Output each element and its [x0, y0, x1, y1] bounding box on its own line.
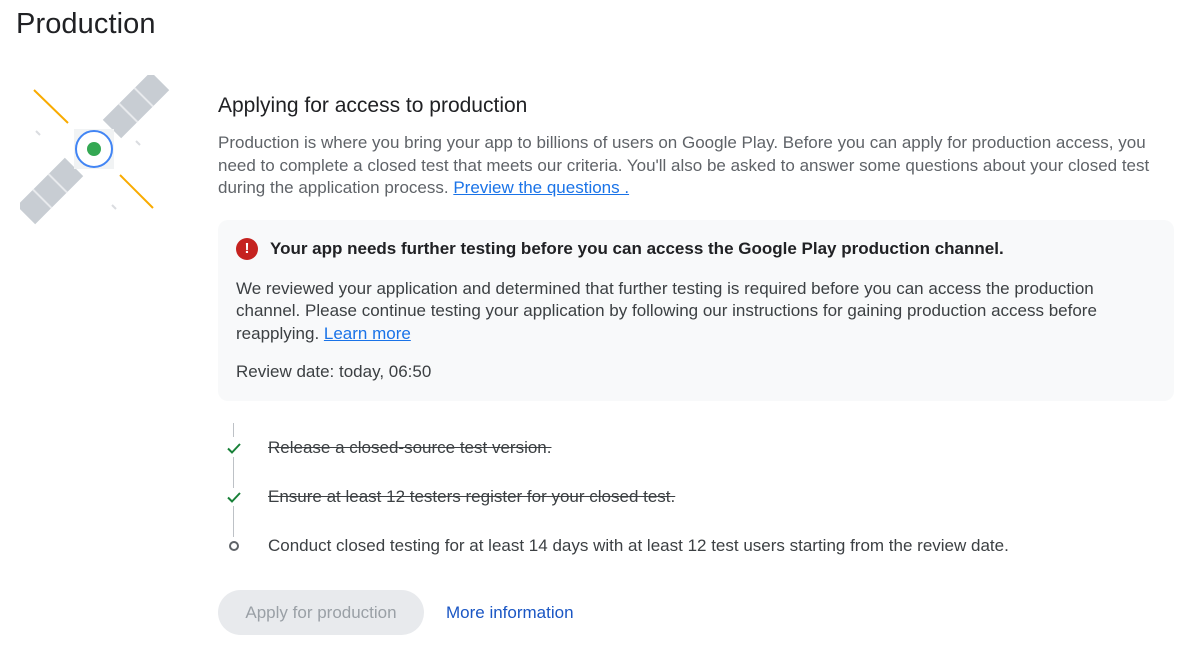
- checklist-item-label: Release a closed-source test version.: [268, 437, 552, 457]
- satellite-icon: [16, 71, 170, 225]
- requirements-checklist: Release a closed-source test version. En…: [218, 423, 1178, 570]
- check-icon: [226, 489, 242, 505]
- check-icon: [226, 440, 242, 456]
- review-date: Review date: today, 06:50: [236, 362, 432, 381]
- production-page: Production Applying for access to produc…: [0, 0, 1200, 665]
- action-bar: Apply for production More information: [218, 590, 1178, 635]
- checklist-item-label: Ensure at least 12 testers register for …: [268, 486, 676, 506]
- intro-text: Production is where you bring your app t…: [218, 133, 1150, 197]
- preview-questions-link[interactable]: Preview the questions .: [453, 178, 629, 197]
- testing-required-alert: ! Your app needs further testing before …: [218, 219, 1174, 401]
- checklist-item: Release a closed-source test version.: [218, 423, 1178, 472]
- content-area: Applying for access to production Produc…: [218, 92, 1178, 635]
- page-title: Production: [16, 8, 156, 40]
- alert-title: Your app needs further testing before yo…: [270, 238, 1004, 258]
- checklist-item: Ensure at least 12 testers register for …: [218, 472, 1178, 521]
- checklist-item: Conduct closed testing for at least 14 d…: [218, 521, 1178, 570]
- apply-for-production-button[interactable]: Apply for production: [218, 590, 424, 635]
- alert-header: ! Your app needs further testing before …: [236, 237, 1156, 260]
- section-title: Applying for access to production: [218, 94, 528, 117]
- learn-more-link[interactable]: Learn more: [324, 324, 411, 343]
- pending-circle-icon: [226, 538, 242, 554]
- intro-paragraph: Production is where you bring your app t…: [218, 132, 1178, 200]
- checklist-item-label: Conduct closed testing for at least 14 d…: [268, 535, 1009, 555]
- error-icon: !: [236, 237, 258, 260]
- more-information-button[interactable]: More information: [446, 603, 574, 623]
- satellite-illustration: [16, 71, 170, 225]
- alert-body: We reviewed your application and determi…: [236, 278, 1156, 346]
